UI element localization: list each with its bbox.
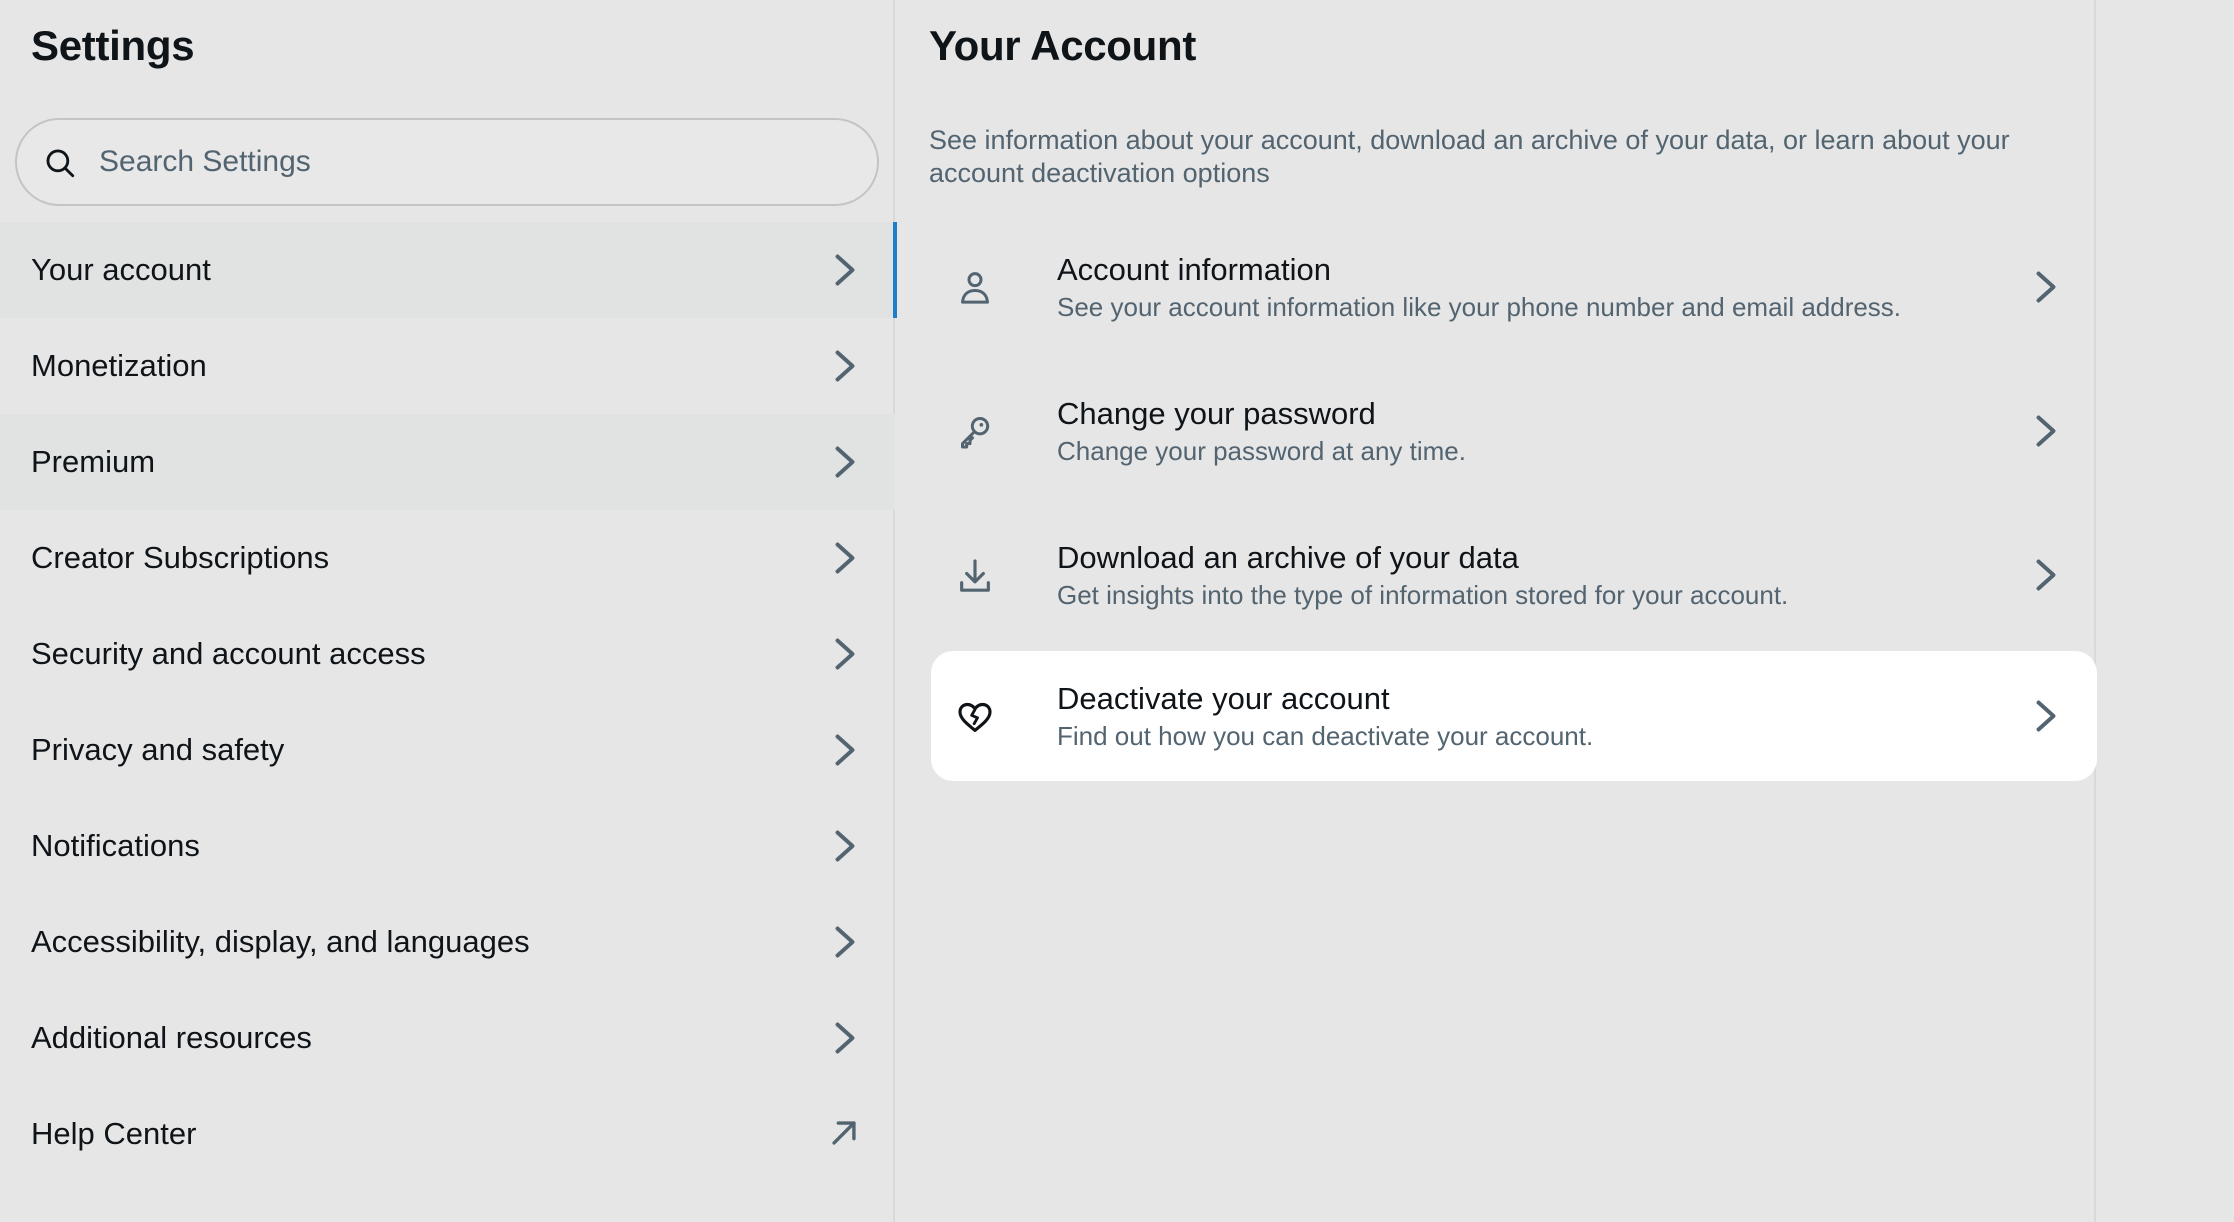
chevron-right-icon bbox=[835, 830, 855, 862]
search-box[interactable] bbox=[15, 118, 879, 206]
chevron-right-icon bbox=[835, 926, 855, 958]
broken-heart-icon bbox=[958, 702, 992, 732]
nav-item-label: Your account bbox=[31, 252, 211, 287]
nav-item-creator-subscriptions[interactable]: Creator Subscriptions bbox=[0, 510, 895, 606]
settings-nav: Your account Monetization Premium Creato… bbox=[0, 222, 897, 1182]
nav-item-label: Notifications bbox=[31, 828, 200, 863]
person-icon bbox=[961, 272, 989, 304]
account-information-option[interactable]: Account information See your account inf… bbox=[931, 222, 2097, 352]
nav-item-monetization[interactable]: Monetization bbox=[0, 318, 895, 414]
nav-item-label: Additional resources bbox=[31, 1020, 312, 1055]
download-archive-option[interactable]: Download an archive of your data Get ins… bbox=[931, 510, 2097, 640]
chevron-right-icon bbox=[835, 542, 855, 574]
nav-item-security[interactable]: Security and account access bbox=[0, 606, 895, 702]
search-icon bbox=[46, 149, 75, 178]
account-description: See information about your account, down… bbox=[929, 125, 2010, 188]
option-subtitle: Get insights into the type of informatio… bbox=[1057, 580, 1789, 610]
option-subtitle: Change your password at any time. bbox=[1057, 436, 1466, 466]
search-input[interactable] bbox=[99, 120, 859, 204]
option-title: Download an archive of your data bbox=[1057, 540, 1519, 575]
chevron-right-icon bbox=[835, 446, 855, 478]
nav-item-additional-resources[interactable]: Additional resources bbox=[0, 990, 895, 1086]
option-title: Change your password bbox=[1057, 396, 1376, 431]
chevron-right-icon bbox=[835, 254, 855, 286]
account-title: Your Account bbox=[929, 22, 1197, 69]
chevron-right-icon bbox=[2036, 700, 2056, 732]
nav-item-accessibility[interactable]: Accessibility, display, and languages bbox=[0, 894, 895, 990]
option-subtitle: See your account information like your p… bbox=[1057, 292, 1902, 322]
nav-item-help-center[interactable]: Help Center bbox=[0, 1086, 895, 1182]
chevron-right-icon bbox=[2036, 415, 2056, 447]
nav-item-notifications[interactable]: Notifications bbox=[0, 798, 895, 894]
nav-item-your-account[interactable]: Your account bbox=[0, 222, 897, 318]
chevron-right-icon bbox=[835, 638, 855, 670]
option-title: Deactivate your account bbox=[1057, 681, 1390, 716]
option-title: Account information bbox=[1057, 252, 1331, 287]
nav-item-premium[interactable]: Premium bbox=[0, 414, 895, 510]
settings-sidebar: Settings Your account Monetization Premi… bbox=[0, 0, 897, 1222]
settings-title: Settings bbox=[31, 22, 195, 69]
nav-item-label: Help Center bbox=[31, 1116, 197, 1151]
account-panel: Your Account See information about your … bbox=[897, 0, 2097, 1222]
key-icon bbox=[961, 417, 990, 449]
deactivate-account-option[interactable]: Deactivate your account Find out how you… bbox=[931, 651, 2097, 781]
nav-item-privacy[interactable]: Privacy and safety bbox=[0, 702, 895, 798]
nav-item-label: Monetization bbox=[31, 348, 207, 383]
settings-page: Settings Your account Monetization Premi… bbox=[0, 0, 2234, 1222]
external-link-icon bbox=[832, 1121, 856, 1145]
nav-item-label: Privacy and safety bbox=[31, 732, 285, 767]
chevron-right-icon bbox=[835, 350, 855, 382]
chevron-right-icon bbox=[835, 734, 855, 766]
download-icon bbox=[960, 559, 990, 592]
nav-item-label: Accessibility, display, and languages bbox=[31, 924, 530, 959]
nav-item-label: Security and account access bbox=[31, 636, 426, 671]
right-gutter bbox=[2098, 0, 2234, 1222]
nav-item-label: Premium bbox=[31, 444, 156, 479]
chevron-right-icon bbox=[2036, 271, 2056, 303]
change-password-option[interactable]: Change your password Change your passwor… bbox=[931, 366, 2097, 496]
nav-item-label: Creator Subscriptions bbox=[31, 540, 330, 575]
chevron-right-icon bbox=[2036, 559, 2056, 591]
chevron-right-icon bbox=[835, 1022, 855, 1054]
option-subtitle: Find out how you can deactivate your acc… bbox=[1057, 721, 1594, 751]
